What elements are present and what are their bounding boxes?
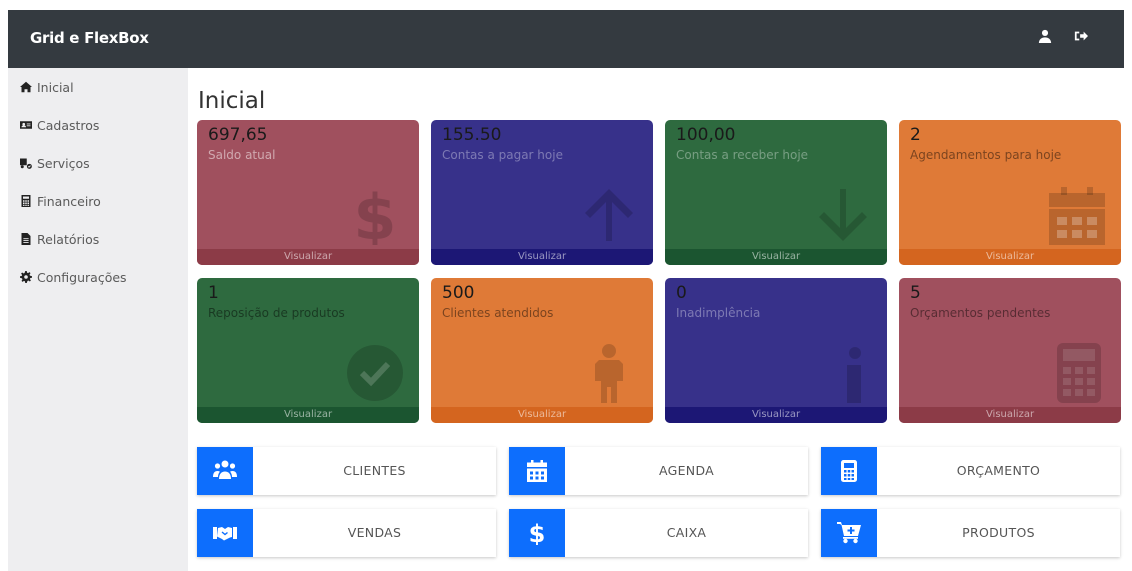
arrow-up-icon (585, 189, 633, 241)
sidebar-item-financeiro[interactable]: Financeiro (8, 182, 188, 220)
card-view-link[interactable]: Visualizar (431, 249, 653, 265)
handshake-icon (213, 527, 237, 541)
calculator-icon (1057, 343, 1101, 403)
svg-text:$: $ (529, 521, 546, 545)
card-value: 500 (442, 283, 475, 303)
card-agendamentos: 2 Agendamentos para hoje Visualizar (899, 120, 1121, 265)
card-reposicao: 1 Reposição de produtos Visualizar (197, 278, 419, 423)
card-label: Orçamentos pendentes (910, 306, 1051, 320)
file-icon (21, 233, 31, 245)
sidebar-item-configuracoes[interactable]: Configurações (8, 258, 188, 296)
calendar-icon (527, 460, 547, 482)
shortcut-agenda[interactable]: AGENDA (509, 447, 808, 495)
cart-plus-icon (837, 522, 861, 544)
brand-title: Grid e FlexBox (30, 29, 149, 47)
card-inadimplencia: 0 Inadimplência Visualizar (665, 278, 887, 423)
card-value: 1 (208, 283, 219, 303)
sidebar: Inicial Cadastros Serviços Financeiro Re… (8, 68, 188, 571)
card-value: 2 (910, 125, 921, 145)
shortcut-vendas[interactable]: VENDAS (197, 509, 496, 557)
shortcut-produtos[interactable]: PRODUTOS (821, 509, 1120, 557)
card-label: Reposição de produtos (208, 306, 345, 320)
card-view-link[interactable]: Visualizar (665, 407, 887, 423)
shortcut-label: CLIENTES (343, 463, 406, 478)
card-contas-receber: 100,00 Contas a receber hoje Visualizar (665, 120, 887, 265)
dollar-icon: $ (529, 521, 546, 545)
main-content: Inicial 697,65 Saldo atual $ Visualizar … (188, 68, 1124, 571)
id-card-icon (20, 121, 32, 129)
shortcut-label: PRODUTOS (962, 525, 1035, 540)
person-icon (595, 344, 623, 403)
shortcut-label: ORÇAMENTO (956, 463, 1041, 478)
shortcut-orcamento[interactable]: ORÇAMENTO (821, 447, 1120, 495)
info-icon (847, 347, 861, 403)
card-value: 100,00 (676, 125, 736, 145)
shortcut-caixa[interactable]: $ CAIXA (509, 509, 808, 557)
users-icon (213, 460, 237, 479)
card-label: Clientes atendidos (442, 306, 554, 320)
card-saldo-atual: 697,65 Saldo atual $ Visualizar (197, 120, 419, 265)
card-label: Inadimplência (676, 306, 761, 320)
svg-text:$: $ (353, 185, 396, 245)
arrow-down-icon (819, 189, 867, 241)
calculator-icon (841, 460, 857, 482)
user-icon[interactable] (1038, 29, 1052, 43)
page-title: Inicial (198, 88, 266, 114)
shortcut-label: CAIXA (666, 525, 707, 540)
card-view-link[interactable]: Visualizar (665, 249, 887, 265)
card-orcamentos: 5 Orçamentos pendentes Visualizar (899, 278, 1121, 423)
card-clientes-atendidos: 500 Clientes atendidos Visualizar (431, 278, 653, 423)
home-icon (20, 81, 32, 93)
shortcut-label: AGENDA (658, 463, 715, 478)
card-view-link[interactable]: Visualizar (197, 249, 419, 265)
top-navbar: Grid e FlexBox (8, 10, 1124, 68)
card-contas-pagar: 155.50 Contas a pagar hoje Visualizar (431, 120, 653, 265)
calculator-icon (21, 195, 31, 207)
card-value: 0 (676, 283, 687, 303)
sidebar-item-inicial[interactable]: Inicial (8, 68, 188, 106)
check-circle-icon (347, 345, 403, 401)
dollar-icon: $ (353, 185, 396, 245)
app-window: Grid e FlexBox Inicial Cadastros Serviço… (8, 10, 1124, 571)
calendar-icon (1049, 187, 1105, 245)
card-value: 155.50 (442, 125, 502, 145)
sidebar-item-servicos[interactable]: Serviços (8, 144, 188, 182)
card-value: 5 (910, 283, 921, 303)
card-view-link[interactable]: Visualizar (899, 249, 1121, 265)
truck-icon (20, 158, 32, 169)
gear-icon (20, 271, 32, 283)
card-label: Agendamentos para hoje (910, 148, 1062, 162)
card-label: Contas a receber hoje (676, 148, 809, 162)
sidebar-item-relatorios[interactable]: Relatórios (8, 220, 188, 258)
card-view-link[interactable]: Visualizar (899, 407, 1121, 423)
sign-out-icon[interactable] (1074, 29, 1088, 43)
card-label: Contas a pagar hoje (442, 148, 563, 162)
card-label: Saldo atual (208, 148, 276, 162)
card-view-link[interactable]: Visualizar (197, 407, 419, 423)
card-view-link[interactable]: Visualizar (431, 407, 653, 423)
shortcut-label: VENDAS (347, 525, 402, 540)
shortcut-clientes[interactable]: CLIENTES (197, 447, 496, 495)
sidebar-item-cadastros[interactable]: Cadastros (8, 106, 188, 144)
card-value: 697,65 (208, 125, 268, 145)
